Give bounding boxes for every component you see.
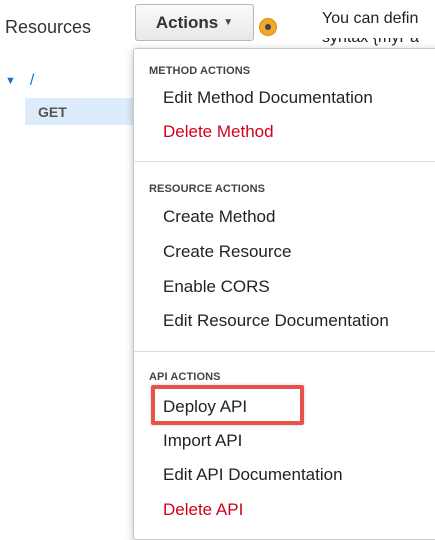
actions-button[interactable]: Actions ▼ [135,4,254,41]
resource-actions-heading: RESOURCE ACTIONS [149,183,266,195]
menu-item-edit-resource-documentation[interactable]: Edit Resource Documentation [163,311,389,331]
menu-divider [134,161,435,162]
menu-item-delete-api[interactable]: Delete API [163,500,243,520]
menu-item-edit-method-documentation[interactable]: Edit Method Documentation [163,88,373,108]
resource-root-label[interactable]: / [30,72,34,90]
info-dot-icon[interactable] [260,19,276,35]
actions-button-label: Actions [155,12,219,32]
help-text-line-1: You can defin [322,10,419,27]
caret-down-icon: ▼ [223,17,234,28]
method-actions-heading: METHOD ACTIONS [149,65,251,77]
help-text-line-2: syntax {myPa [322,38,419,47]
caret-down-icon[interactable]: ▼ [5,75,16,87]
menu-item-edit-api-documentation[interactable]: Edit API Documentation [163,465,343,485]
method-get-item[interactable]: GET [25,98,135,125]
deploy-api-highlight [151,385,304,425]
menu-item-enable-cors[interactable]: Enable CORS [163,277,270,297]
menu-divider [134,351,435,352]
menu-item-create-resource[interactable]: Create Resource [163,242,292,262]
resources-panel: Resources ▼ / GET [0,0,135,533]
resources-title: Resources [5,17,92,37]
method-get-label[interactable]: GET [38,104,67,120]
menu-item-import-api[interactable]: Import API [163,431,242,451]
api-actions-heading: API ACTIONS [149,371,221,383]
menu-item-create-method[interactable]: Create Method [163,207,275,227]
resource-tree-root[interactable]: ▼ / [5,72,34,90]
actions-dropdown-menu: METHOD ACTIONS Edit Method Documentation… [133,48,435,540]
menu-item-delete-method[interactable]: Delete Method [163,122,274,142]
